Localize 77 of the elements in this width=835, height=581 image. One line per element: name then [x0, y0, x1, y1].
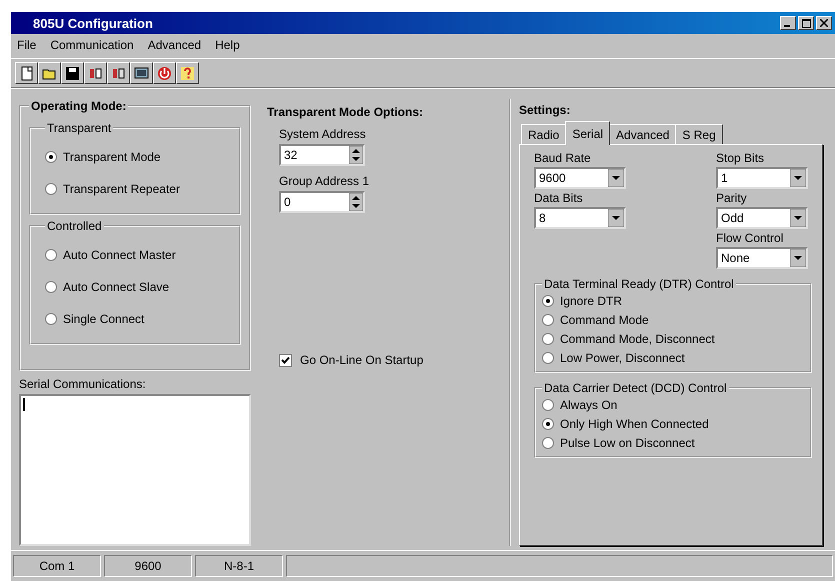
radio-label: Transparent Repeater: [63, 182, 180, 196]
radio-button[interactable]: [542, 332, 554, 344]
radio-button[interactable]: [542, 294, 554, 306]
dropdown-arrow-icon: [608, 209, 624, 227]
field-label: System Address: [279, 127, 367, 141]
group-title: Operating Mode:: [30, 101, 128, 113]
menu-item[interactable]: File: [17, 38, 36, 54]
radio-button[interactable]: [542, 314, 554, 326]
status-cell: Com 1: [13, 555, 101, 577]
group-title: Data Terminal Ready (DTR) Control: [543, 277, 735, 291]
group-title: Controlled: [46, 219, 103, 233]
dropdown[interactable]: 8: [534, 207, 626, 229]
dropdown-arrow-icon: [608, 169, 624, 187]
field-label: Flow Control: [716, 231, 784, 245]
radio-button[interactable]: [542, 398, 554, 410]
help-icon[interactable]: [176, 62, 199, 84]
tab[interactable]: S Reg: [675, 124, 723, 144]
spinner-arrows-icon: [349, 146, 363, 164]
open-folder-icon[interactable]: [38, 62, 61, 84]
radio-label: Ignore DTR: [560, 294, 622, 308]
window-title: 805U Configuration: [33, 16, 154, 30]
radio-label: Auto Connect Slave: [63, 280, 170, 294]
power-icon[interactable]: [153, 62, 176, 84]
minimize-button[interactable]: [780, 16, 796, 30]
field-label: Serial Communications:: [19, 377, 147, 391]
dropdown[interactable]: Odd: [716, 207, 808, 229]
tab[interactable]: Radio: [521, 124, 566, 144]
checkbox-label: Go On-Line On Startup: [300, 353, 424, 367]
maximize-icon: [802, 18, 810, 28]
field-label: Data Bits: [534, 191, 584, 205]
spin-field[interactable]: 0: [279, 191, 365, 213]
radio-button[interactable]: [542, 436, 554, 448]
radio-button[interactable]: [45, 281, 57, 293]
spin-field[interactable]: 32: [279, 144, 365, 166]
radio-label: Transparent Mode: [63, 150, 161, 164]
group-title: Data Carrier Detect (DCD) Control: [543, 381, 728, 395]
close-button[interactable]: [816, 16, 832, 30]
field-label: Baud Rate: [534, 151, 592, 165]
field-label: Stop Bits: [716, 151, 766, 165]
status-cell: N-8-1: [195, 555, 283, 577]
radio-button[interactable]: [45, 183, 57, 195]
radio-label: Command Mode, Disconnect: [560, 332, 715, 346]
radio-label: Only High When Connected: [560, 416, 709, 430]
dropdown[interactable]: 9600: [534, 167, 626, 189]
menu-item[interactable]: Help: [215, 38, 240, 54]
field-label: Group Address 1: [279, 174, 370, 188]
dropdown[interactable]: None: [716, 247, 808, 269]
menu-item[interactable]: Communication: [50, 38, 134, 54]
dropdown-arrow-icon: [790, 249, 806, 267]
new-file-icon[interactable]: [15, 62, 38, 84]
field-label: Parity: [716, 191, 748, 205]
radio-label: Low Power, Disconnect: [560, 350, 685, 364]
radio-label: Auto Connect Master: [63, 248, 176, 262]
radio-button[interactable]: [45, 249, 57, 261]
checkbox[interactable]: [279, 354, 292, 366]
radio-label: Pulse Low on Disconnect: [560, 436, 695, 450]
monitor-icon[interactable]: [130, 62, 153, 84]
serial-console[interactable]: [19, 394, 251, 546]
menu-item[interactable]: Advanced: [148, 38, 202, 54]
tab[interactable]: Serial: [565, 121, 610, 145]
group-title: Transparent: [46, 121, 112, 135]
section-title: Settings:: [519, 103, 572, 117]
dropdown-arrow-icon: [790, 169, 806, 187]
status-cell: 9600: [104, 555, 192, 577]
close-icon: [820, 19, 828, 27]
maximize-button[interactable]: [798, 16, 814, 30]
radio-button[interactable]: [45, 313, 57, 325]
dropdown-arrow-icon: [790, 209, 806, 227]
radio-label: Always On: [560, 398, 618, 412]
dropdown[interactable]: 1: [716, 167, 808, 189]
radio-label: Single Connect: [63, 312, 144, 326]
radio-button[interactable]: [45, 151, 57, 163]
radio-button[interactable]: [542, 418, 554, 430]
radio-button[interactable]: [542, 352, 554, 364]
spinner-arrows-icon: [349, 193, 363, 211]
radio-label: Command Mode: [560, 312, 649, 326]
section-title: Transparent Mode Options:: [267, 105, 424, 119]
